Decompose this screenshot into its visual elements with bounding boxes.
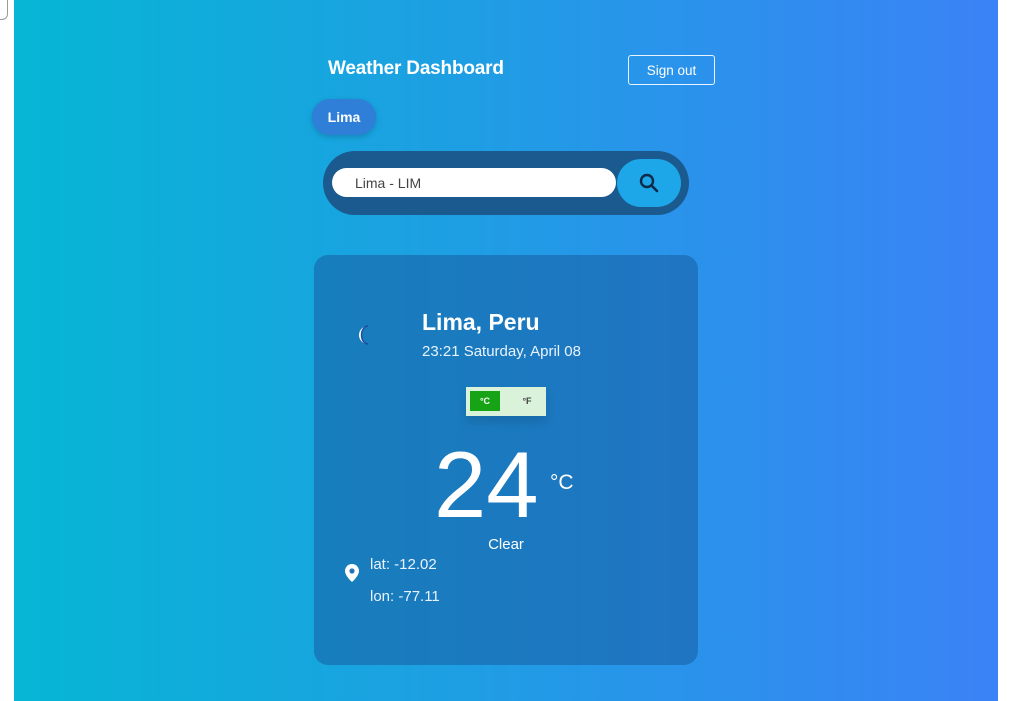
weather-card: Lima, Peru 23:21 Saturday, April 08 °C °… (314, 255, 698, 665)
moon-icon (358, 325, 369, 345)
saved-city-chip-lima[interactable]: Lima (312, 99, 376, 135)
map-pin-icon (345, 564, 359, 582)
temperature-value: 24 (434, 432, 539, 537)
sign-out-button[interactable]: Sign out (628, 55, 715, 85)
app-background: Weather Dashboard Sign out Lima Lima, Pe… (14, 0, 998, 701)
search-bar (323, 151, 689, 215)
search-icon (639, 173, 659, 193)
temperature-unit: °C (550, 471, 574, 494)
search-input[interactable] (332, 168, 616, 197)
search-button[interactable] (617, 159, 681, 207)
unit-toggle: °C °F (466, 387, 546, 416)
celsius-button[interactable]: °C (470, 391, 500, 411)
page-title: Weather Dashboard (328, 58, 504, 79)
longitude-text: lon: -77.11 (370, 588, 440, 605)
weather-condition: Clear (488, 536, 524, 553)
location-name: Lima, Peru (422, 309, 540, 335)
latitude-text: lat: -12.02 (370, 556, 437, 573)
window-corner-fragment (0, 0, 8, 20)
local-datetime: 23:21 Saturday, April 08 (422, 343, 581, 360)
fahrenheit-button[interactable]: °F (512, 391, 542, 411)
